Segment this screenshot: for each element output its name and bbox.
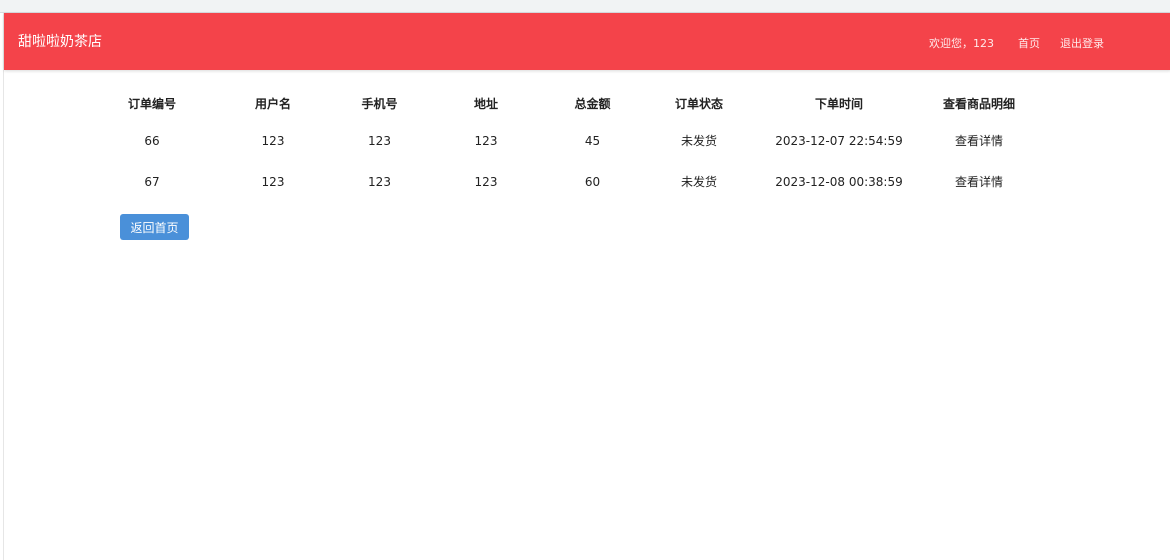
cell-phone: 123 xyxy=(368,174,391,189)
column-header-username: 用户名 xyxy=(254,96,291,111)
cell-total: 45 xyxy=(584,133,601,148)
logout-link[interactable]: 退出登录 xyxy=(1060,35,1104,51)
table-header-row: 订单编号 用户名 手机号 地址 总金额 订单状态 下单时间 查看商品明细 xyxy=(101,86,1049,120)
back-to-home-button[interactable]: 返回首页 xyxy=(120,214,189,240)
cell-address: 123 xyxy=(474,133,498,148)
table-row: 66 123 123 123 45 未发货 2023-12-07 22:54:5… xyxy=(101,120,1049,161)
cell-order-id: 66 xyxy=(144,133,160,148)
cell-order-id: 67 xyxy=(144,174,160,189)
view-details-link[interactable]: 查看详情 xyxy=(909,161,1049,202)
site-header: 甜啦啦奶茶店 欢迎您，123 首页 退出登录 xyxy=(4,13,1170,70)
orders-table: 订单编号 用户名 手机号 地址 总金额 订单状态 下单时间 查看商品明细 66 … xyxy=(101,86,1049,202)
home-link[interactable]: 首页 xyxy=(1018,35,1040,51)
cell-order-time: 2023-12-07 22:54:59 xyxy=(775,133,903,148)
table-row: 67 123 123 123 60 未发货 2023-12-08 00:38:5… xyxy=(101,161,1049,202)
column-header-order-id: 订单编号 xyxy=(127,96,176,111)
browser-window: 甜啦啦奶茶店 欢迎您，123 首页 退出登录 订单编号 用户名 手机号 地址 总… xyxy=(0,0,1170,560)
welcome-text: 欢迎您，123 xyxy=(929,37,994,50)
cell-total: 60 xyxy=(584,174,601,189)
cell-status: 未发货 xyxy=(680,134,717,148)
page-content: 甜啦啦奶茶店 欢迎您，123 首页 退出登录 订单编号 用户名 手机号 地址 总… xyxy=(3,13,1170,560)
cell-status: 未发货 xyxy=(680,175,717,189)
column-header-address: 地址 xyxy=(473,96,498,111)
cell-phone: 123 xyxy=(368,133,391,148)
column-header-total: 总金额 xyxy=(574,96,611,111)
cell-order-time: 2023-12-08 00:38:59 xyxy=(775,174,903,189)
site-brand: 甜啦啦奶茶店 xyxy=(18,34,102,50)
column-header-order-time: 下单时间 xyxy=(814,96,863,111)
column-header-detail: 查看商品明细 xyxy=(942,96,1015,111)
cell-username: 123 xyxy=(261,174,285,189)
view-details-link[interactable]: 查看详情 xyxy=(909,120,1049,161)
column-header-phone: 手机号 xyxy=(361,96,398,111)
cell-username: 123 xyxy=(261,133,285,148)
browser-toolbar xyxy=(0,0,1170,13)
column-header-status: 订单状态 xyxy=(674,96,723,111)
cell-address: 123 xyxy=(474,174,498,189)
